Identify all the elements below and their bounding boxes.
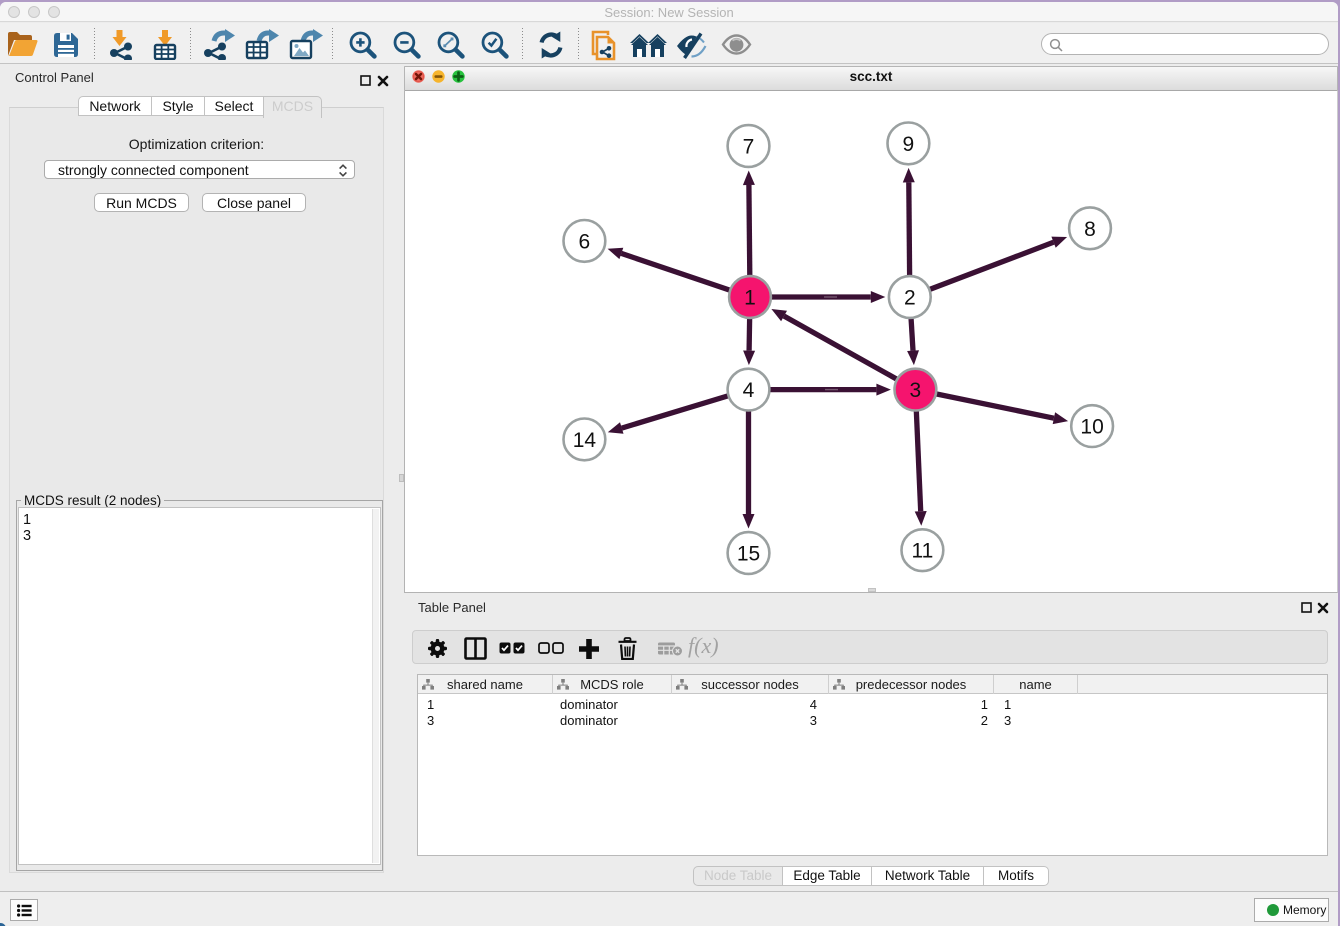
svg-text:14: 14 <box>573 429 597 452</box>
svg-text:10: 10 <box>1080 416 1103 439</box>
svg-text:9: 9 <box>903 133 915 156</box>
svg-text:8: 8 <box>1084 218 1096 241</box>
svg-text:7: 7 <box>743 136 755 159</box>
svg-text:15: 15 <box>737 543 760 566</box>
svg-text:1: 1 <box>744 287 756 310</box>
svg-text:2: 2 <box>904 287 916 310</box>
svg-text:3: 3 <box>910 379 922 402</box>
svg-text:6: 6 <box>579 230 591 253</box>
svg-text:11: 11 <box>911 540 933 563</box>
svg-text:4: 4 <box>743 379 755 402</box>
